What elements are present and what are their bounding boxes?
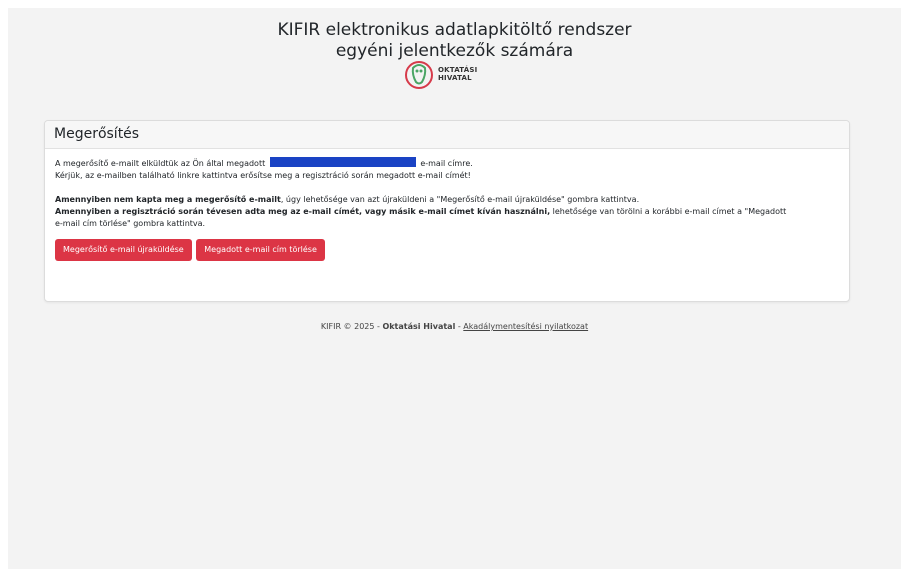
delete-info-rest: lehetősége van törölni a korábbi e-mail … [550, 207, 787, 216]
oktatasi-hivatal-logo: OKTATÁSI HIVATAL [404, 58, 514, 96]
resend-info-rest: , úgy lehetősége van azt újraküldeni a "… [280, 195, 640, 204]
logo-text-line1: OKTATÁSI [438, 66, 478, 74]
page-footer: KIFIR © 2025 - Oktatási Hivatal - Akadál… [8, 322, 901, 331]
card-title: Megerősítés [45, 121, 849, 149]
footer-org: Oktatási Hivatal [382, 322, 456, 331]
delete-email-button[interactable]: Megadott e-mail cím törlése [196, 239, 325, 261]
resend-email-button[interactable]: Megerősítő e-mail újraküldése [55, 239, 192, 261]
delete-info-line2: e-mail cím törlése" gombra kattintva. [55, 219, 206, 228]
logo-text: OKTATÁSI HIVATAL [438, 66, 477, 82]
delete-info: Amennyiben a regisztráció során tévesen … [55, 206, 839, 218]
accessibility-statement-link[interactable]: Akadálymentesítési nyilatkozat [463, 322, 588, 331]
owl-logo-icon [405, 61, 433, 89]
page-header: KIFIR elektronikus adatlapkitöltő rendsz… [8, 20, 901, 62]
card-body: A megerősítő e-mailt elküldtük az Ön ált… [45, 149, 849, 261]
resend-info: Amennyiben nem kapta meg a megerősítő e-… [55, 194, 839, 206]
redacted-email [269, 157, 416, 167]
confirm-instruction: Kérjük, az e-mailben található linkre ka… [55, 171, 471, 180]
sent-message-end: e-mail címre. [420, 159, 473, 168]
resend-info-bold: Amennyiben nem kapta meg a megerősítő e-… [55, 195, 281, 204]
sent-message: A megerősítő e-mailt elküldtük az Ön ált… [55, 157, 839, 170]
confirmation-card: Megerősítés A megerősítő e-mailt elküldt… [44, 120, 850, 302]
sent-message-start: A megerősítő e-mailt elküldtük az Ön ált… [55, 159, 266, 168]
page-background: KIFIR elektronikus adatlapkitöltő rendsz… [8, 8, 901, 569]
footer-copyright: KIFIR © 2025 - [320, 322, 383, 331]
delete-info-bold: Amennyiben a regisztráció során tévesen … [55, 207, 551, 216]
button-group: Megerősítő e-mail újraküldése Megadott e… [55, 239, 839, 261]
page-title-line1: KIFIR elektronikus adatlapkitöltő rendsz… [277, 20, 632, 40]
logo-text-line2: HIVATAL [438, 74, 472, 82]
